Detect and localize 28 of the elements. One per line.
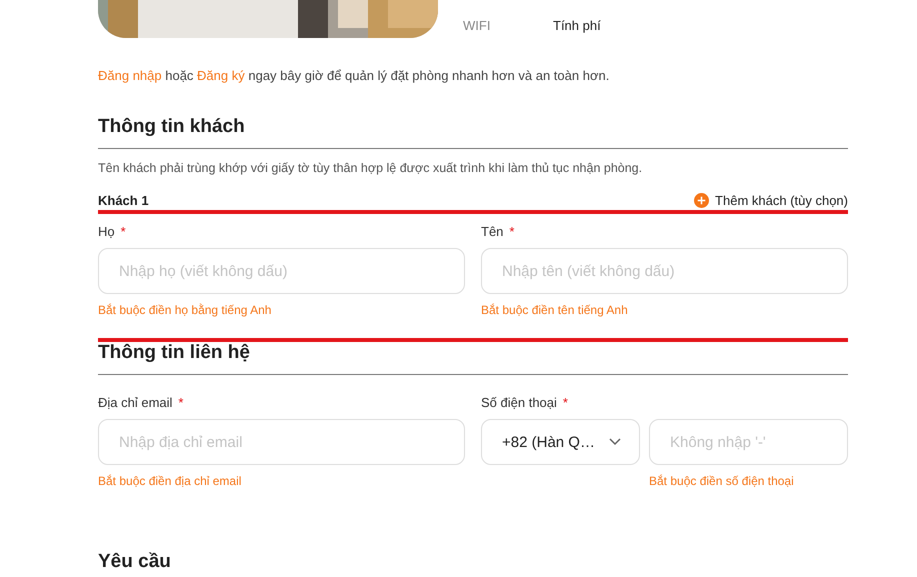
section-title: Thông tin liên hệ	[98, 341, 848, 375]
required-mark: *	[178, 395, 184, 411]
section-title: Thông tin khách	[98, 115, 848, 149]
input-field[interactable]: Nhập họ (viết không dấu)	[98, 248, 465, 294]
error-message: Bắt buộc điền tên tiếng Anh	[481, 303, 629, 317]
required-mark: *	[509, 224, 514, 240]
section-title: Yêu cầu	[98, 550, 172, 574]
field-label: Tên	[481, 224, 504, 240]
add-guest-button[interactable]: Thêm khách (tùy chọn)	[694, 193, 848, 208]
country-code-dropdown[interactable]: +82 (Hàn Q…	[481, 419, 640, 465]
field-label: Địa chỉ email	[98, 395, 172, 411]
error-message: Bắt buộc điền địa chỉ email	[98, 474, 242, 488]
field-label: Họ	[98, 224, 115, 240]
guest-name-note: Tên khách phải trùng khớp với giấy tờ tùy thân hợp lệ được xuất trình khi làm thủ tục nhận phòng.	[98, 160, 644, 176]
input-field[interactable]: Nhập tên (viết không dấu)	[481, 248, 848, 294]
required-mark: *	[120, 224, 126, 240]
login-prompt: Đăng nhập hoặc Đăng ký ngay bây giờ để quản lý đặt phòng nhanh hơn và an toàn hơn.	[98, 67, 610, 85]
email-field[interactable]: Nhập địa chỉ email	[98, 419, 465, 465]
error-message: Bắt buộc điền số điện thoại	[649, 474, 795, 488]
phone-field[interactable]: Không nhập '-'	[649, 419, 848, 465]
amenity-label: WIFI	[463, 17, 492, 35]
chevron-down-icon	[609, 438, 621, 446]
guest-label: Khách 1	[98, 193, 149, 208]
error-message: Bắt buộc điền họ bằng tiếng Anh	[98, 303, 272, 317]
field-label: Số điện thoại	[481, 395, 557, 411]
amenity-value: Tính phí	[553, 17, 601, 35]
plus-icon	[694, 193, 710, 208]
required-mark: *	[562, 395, 568, 411]
